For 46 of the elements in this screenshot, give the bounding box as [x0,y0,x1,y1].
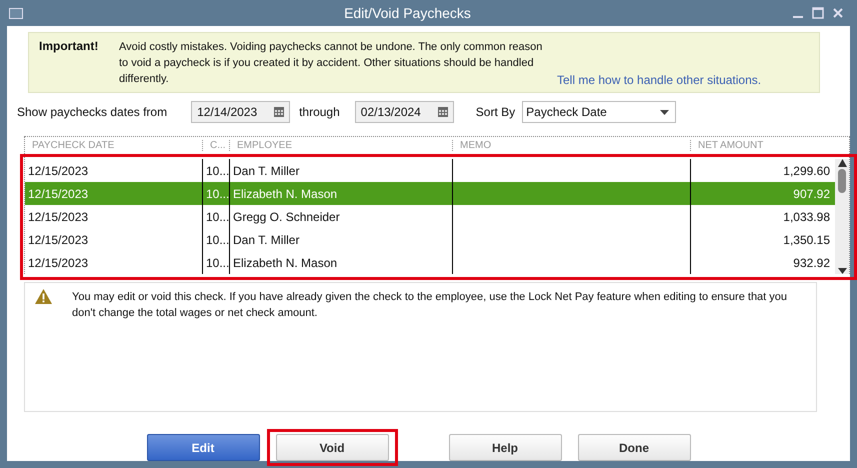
sort-label: Sort By [476,105,516,119]
date-from-label: Show paychecks dates from [17,105,168,119]
table-cell: 10... [202,182,229,205]
message-text: You may edit or void this check. If you have already given the check to the employee, use the Lock Net Pay feature when editing to ensure that you don't change the total wages or net check amount. [72,290,788,321]
system-menu-icon[interactable] [9,8,23,18]
table-cell: Gregg O. Schneider [229,205,452,228]
table-cell: 10... [202,251,229,274]
notice-label: Important! [39,39,100,55]
table-cell-text: 12/15/2023 [27,208,90,226]
scroll-up-icon[interactable] [838,159,846,167]
table-cell: Elizabeth N. Mason [229,251,452,274]
calendar-icon[interactable] [438,107,448,117]
paycheck-row[interactable]: 12/15/2023 10... Elizabeth N. Mason 932.92 [25,251,835,274]
through-label: through [299,105,340,119]
table-cell-text: 12/15/2023 [27,254,90,272]
table-cell-text: 12/15/2023 [27,232,90,248]
table-cell: 907.92 [690,182,833,205]
table-cell: 10... [202,205,229,228]
table-cell: 932.92 [690,251,833,274]
table-cell: 1,350.15 [690,228,833,251]
scroll-thumb[interactable] [838,169,846,193]
warning-icon [35,289,52,304]
action-button[interactable]: Edit [146,434,260,461]
calendar-icon[interactable] [274,107,284,117]
paycheck-row[interactable]: 12/15/2023 10... Dan T. Miller 1,350.15 [25,228,835,251]
table-cell: 1,033.98 [690,205,833,228]
through-date-field[interactable]: 02/13/2024 [354,101,454,123]
sort-dropdown[interactable]: Paycheck Date [522,101,676,123]
table-cell: Elizabeth N. Mason [229,182,452,205]
action-button[interactable]: Help [448,434,562,461]
action-button[interactable]: Void [276,434,388,461]
paycheck-row[interactable]: 12/15/2023 10... Gregg O. Schneider 1,033.98 [25,205,835,228]
close-icon[interactable] [832,7,844,19]
table-cell: Dan T. Miller [229,228,452,251]
action-button[interactable]: Done [578,434,690,461]
notice-text: Avoid costly mistakes. Voiding paychecks cannot be undone. The only common reason to void a paycheck is if you created it by accident. Other situations should be handled differently. [119,40,544,87]
maximize-icon[interactable] [812,7,824,19]
table-cell: 10... [202,228,229,251]
scrollbar[interactable] [835,159,849,274]
dropdown-arrow-icon[interactable] [660,110,670,114]
scroll-down-icon[interactable] [838,268,846,274]
table-cell-text: 12/15/2023 [27,186,90,202]
from-date-field[interactable]: 12/14/2023 [191,101,290,123]
table-cell-text: 12/15/2023 [27,162,90,180]
help-link[interactable]: Tell me how to handle other situations. [557,73,762,87]
window-title: Edit/Void Paychecks [343,5,472,21]
